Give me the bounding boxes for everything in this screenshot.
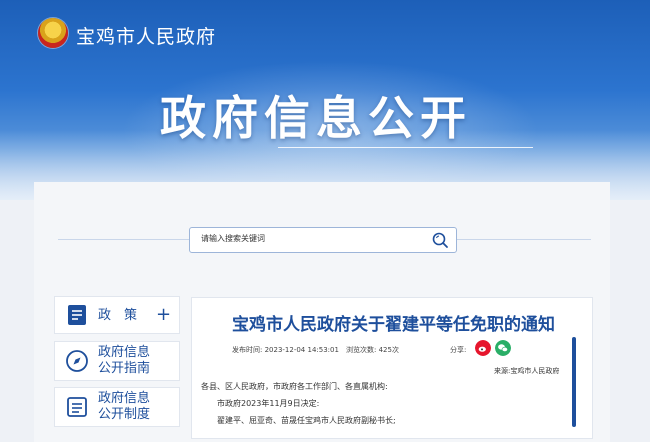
- article-panel: 宝鸡市人民政府关于翟建平等任免职的通知 发布时间: 2023-12-04 14:…: [191, 297, 593, 439]
- article-body-line: 市政府2023年11月9日决定:: [217, 399, 320, 408]
- view-count: 浏览次数: 425次: [346, 346, 399, 354]
- publish-time: 发布时间: 2023-12-04 14:53:01: [232, 346, 339, 354]
- sidebar-item-label: 政府信息: [98, 391, 151, 406]
- sidebar-item-label: 政府信息: [98, 345, 151, 360]
- wechat-icon[interactable]: [495, 340, 511, 356]
- banner-title: 政府信息公开: [160, 91, 472, 145]
- sidebar-item-policy[interactable]: 政 策 +: [54, 296, 180, 334]
- list-icon: [67, 397, 87, 417]
- sidebar-item-label: 政 策: [98, 308, 138, 323]
- search-icon[interactable]: [430, 231, 450, 249]
- document-icon: [68, 305, 86, 325]
- article-body-line: 翟建平、屈亚奇、苗晟任宝鸡市人民政府副秘书长;: [217, 416, 396, 425]
- article-scrollbar[interactable]: [572, 337, 576, 427]
- search-input[interactable]: 请输入搜索关键词: [189, 227, 457, 253]
- search-placeholder: 请输入搜索关键词: [201, 234, 265, 243]
- article-body-line: 各县、区人民政府，市政府各工作部门、各直属机构:: [201, 382, 388, 391]
- sidebar-item-guide[interactable]: 政府信息 公开指南: [54, 341, 180, 381]
- site-name[interactable]: 宝鸡市人民政府: [76, 22, 216, 49]
- article-title: 宝鸡市人民政府关于翟建平等任免职的通知: [232, 315, 555, 335]
- compass-icon: [66, 350, 88, 372]
- share-label: 分享:: [450, 346, 467, 354]
- sidebar-item-system[interactable]: 政府信息 公开制度: [54, 387, 180, 427]
- article-source: 来源:宝鸡市人民政府: [494, 367, 560, 375]
- national-emblem-logo[interactable]: [38, 18, 68, 48]
- banner-underline: [278, 147, 533, 148]
- sidebar-item-label: 公开制度: [98, 407, 151, 422]
- sidebar-item-label: 公开指南: [98, 361, 151, 376]
- weibo-icon[interactable]: [475, 340, 491, 356]
- expand-icon[interactable]: +: [156, 304, 171, 325]
